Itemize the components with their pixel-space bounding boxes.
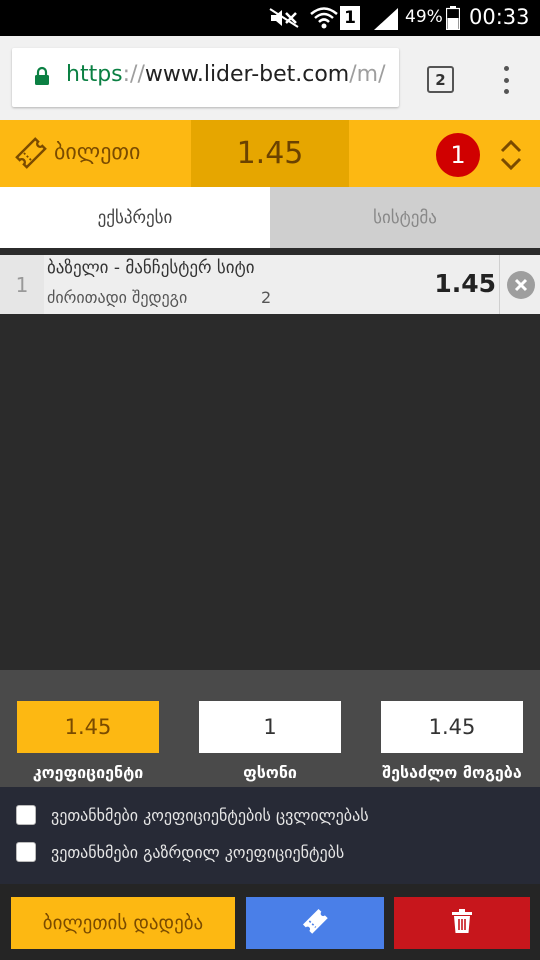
ticket-icon xyxy=(14,136,48,174)
tab-express[interactable]: ექსპრესი xyxy=(0,187,270,248)
action-bar: ბილეთის დადება xyxy=(0,884,540,960)
tab-system[interactable]: სისტემა xyxy=(270,187,540,248)
battery-icon xyxy=(446,6,460,30)
possible-win-label: შესაძლო მოგება xyxy=(382,763,522,782)
status-bar: 1 49% 00:33 xyxy=(0,0,540,36)
option-accept-increased-odds[interactable]: ვეთანხმები გაზრდილ კოეფიციენტებს xyxy=(16,842,344,862)
menu-dot xyxy=(503,77,509,83)
possible-win-value: 1.45 xyxy=(381,701,523,753)
bet-odds: 1.45 xyxy=(434,269,496,298)
menu-dot xyxy=(503,66,509,71)
lock-icon xyxy=(34,66,50,90)
bet-count-badge: 1 xyxy=(436,133,480,177)
ticket-header[interactable]: ბილეთი 1.45 1 xyxy=(0,120,540,187)
total-odds: 1.45 xyxy=(191,120,349,187)
bet-market: ძირითადი შედეგი xyxy=(47,288,188,307)
browser-menu-button[interactable] xyxy=(496,64,516,96)
bet-number: 1 xyxy=(0,255,44,314)
options-panel: ვეთანხმები კოეფიციენტების ცვლილებას ვეთა… xyxy=(0,787,540,884)
tab-switcher-button[interactable]: 2 xyxy=(427,66,454,93)
sim-slot-icon: 1 xyxy=(340,6,360,30)
trash-icon xyxy=(452,909,472,937)
url-bar[interactable]: https://www.lider-bet.com/m/ xyxy=(12,48,399,107)
battery-percent: 49% xyxy=(405,7,443,27)
coefficient-label: კოეფიციენტი xyxy=(32,763,144,782)
stake-panel: 1.45 1 1.45 კოეფიციენტი ფსონი შესაძლო მო… xyxy=(0,670,540,787)
checkbox[interactable] xyxy=(16,805,36,825)
bet-event: ბაზელი - მანჩესტერ სიტი xyxy=(47,258,255,278)
stake-input[interactable]: 1 xyxy=(199,701,341,753)
bet-row: 1 ბაზელი - მანჩესტერ სიტი ძირითადი შედეგ… xyxy=(0,255,540,314)
coefficient-value: 1.45 xyxy=(17,701,159,753)
chevron-up-down-icon[interactable] xyxy=(499,138,523,176)
delete-button[interactable] xyxy=(394,897,530,949)
url-text: https://www.lider-bet.com/m/ xyxy=(66,62,386,87)
place-bet-button[interactable]: ბილეთის დადება xyxy=(11,897,235,949)
mute-icon xyxy=(268,6,300,30)
stake-label: ფსონი xyxy=(243,763,297,782)
browser-toolbar: https://www.lider-bet.com/m/ 2 xyxy=(0,36,540,120)
wifi-icon xyxy=(309,6,339,30)
bet-divider xyxy=(499,255,500,314)
option-accept-odds-change[interactable]: ვეთანხმები კოეფიციენტების ცვლილებას xyxy=(16,805,369,825)
checkbox[interactable] xyxy=(16,842,36,862)
signal-icon xyxy=(372,6,400,30)
clock: 00:33 xyxy=(469,5,530,29)
ticket-action-button[interactable] xyxy=(246,897,384,949)
bet-outcome: 2 xyxy=(261,288,272,307)
remove-bet-icon[interactable] xyxy=(506,270,536,304)
ticket-title: ბილეთი xyxy=(54,140,141,165)
ticket-icon xyxy=(301,907,329,939)
option-label: ვეთანხმები კოეფიციენტების ცვლილებას xyxy=(51,805,369,825)
option-label: ვეთანხმები გაზრდილ კოეფიციენტებს xyxy=(51,842,345,862)
menu-dot xyxy=(503,89,509,94)
